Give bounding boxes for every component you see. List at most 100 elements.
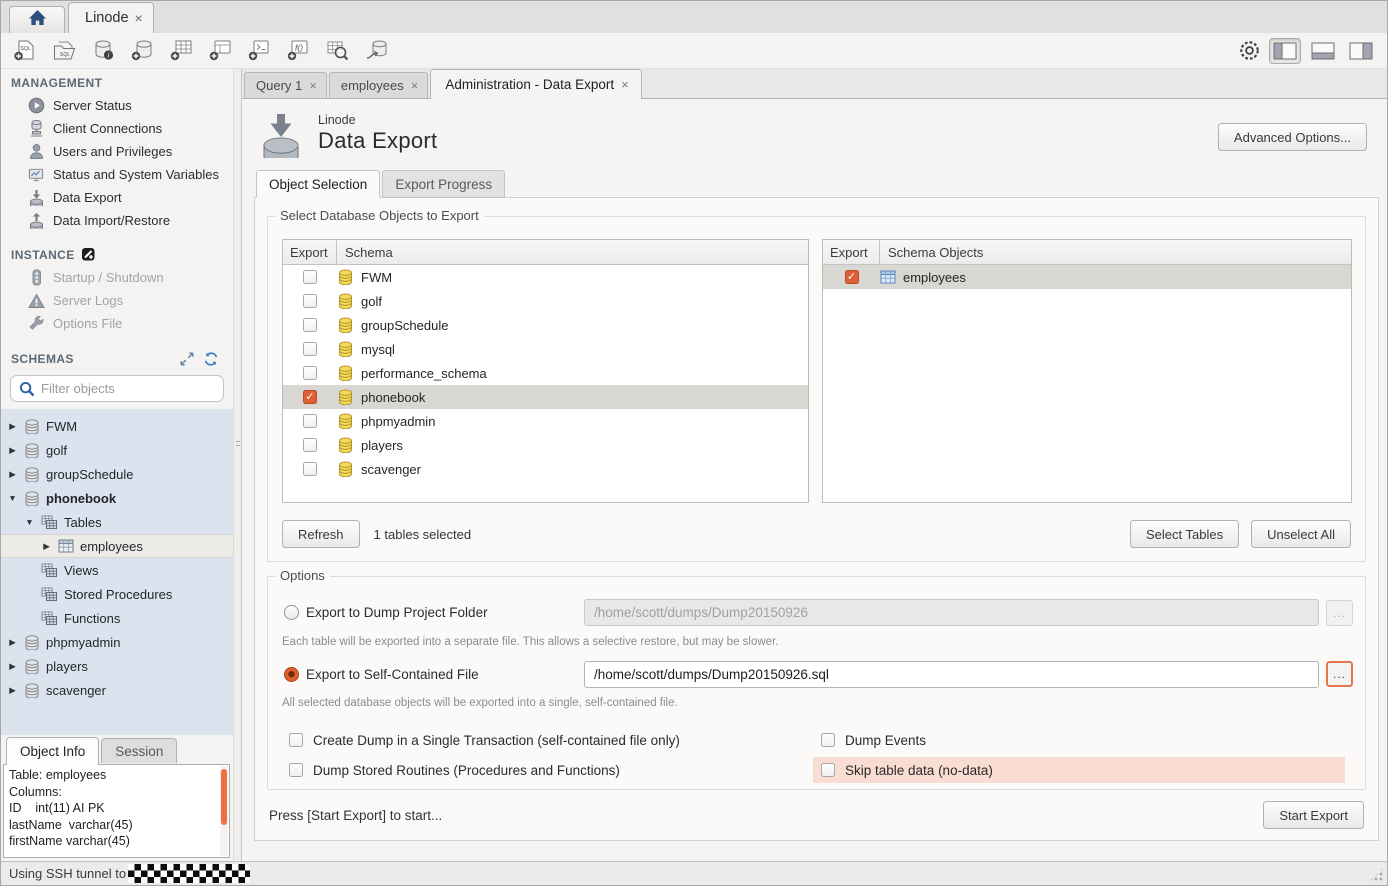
editor-tab-query-1[interactable]: Query 1× bbox=[244, 72, 327, 98]
open-sql-script-icon[interactable]: SQL bbox=[50, 38, 78, 64]
self-contained-path-input[interactable] bbox=[584, 661, 1319, 688]
subtab-object-selection[interactable]: Object Selection bbox=[256, 170, 380, 198]
tree-node-tables[interactable]: ▼Tables bbox=[1, 510, 233, 534]
create-function-icon[interactable]: f() bbox=[284, 38, 312, 64]
export-checkbox[interactable] bbox=[303, 294, 317, 308]
export-checkbox[interactable] bbox=[303, 270, 317, 284]
sidebar-splitter[interactable] bbox=[233, 69, 242, 861]
chevron-right-icon[interactable]: ▶ bbox=[7, 445, 18, 456]
info-scrollbar-thumb[interactable] bbox=[221, 769, 227, 825]
checkbox[interactable] bbox=[289, 733, 303, 747]
export-checkbox[interactable]: ✓ bbox=[303, 390, 317, 404]
editor-tab-administration-data-export[interactable]: Administration - Data Export× bbox=[430, 69, 641, 99]
reconnect-dbms-icon[interactable] bbox=[362, 38, 390, 64]
close-icon[interactable]: × bbox=[411, 78, 419, 93]
tree-node-fwm[interactable]: ▶FWM bbox=[1, 414, 233, 438]
refresh-icon[interactable] bbox=[203, 352, 219, 366]
option-checkbox-create-dump-in-a-single-transaction-self[interactable]: Create Dump in a Single Transaction (sel… bbox=[289, 727, 680, 753]
checkbox[interactable] bbox=[821, 733, 835, 747]
export-checkbox[interactable] bbox=[303, 318, 317, 332]
create-procedure-icon[interactable] bbox=[245, 38, 273, 64]
table-row-performance-schema[interactable]: performance_schema bbox=[283, 361, 808, 385]
table-row-golf[interactable]: golf bbox=[283, 289, 808, 313]
editor-tab-employees[interactable]: employees× bbox=[329, 72, 428, 98]
search-table-data-icon[interactable] bbox=[323, 38, 351, 64]
export-checkbox[interactable] bbox=[303, 462, 317, 476]
chevron-right-icon[interactable]: ▶ bbox=[7, 685, 18, 696]
checkbox[interactable] bbox=[289, 763, 303, 777]
dump-folder-browse-button[interactable]: ... bbox=[1326, 600, 1353, 626]
new-sql-tab-icon[interactable]: SQL bbox=[11, 38, 39, 64]
table-row-fwm[interactable]: FWM bbox=[283, 265, 808, 289]
info-scrollbar[interactable] bbox=[220, 766, 228, 856]
filter-objects-input[interactable] bbox=[41, 381, 217, 396]
table-row-employees[interactable]: ✓employees bbox=[823, 265, 1351, 289]
chevron-down-icon[interactable]: ▼ bbox=[24, 517, 35, 527]
tree-node-phonebook[interactable]: ▼phonebook bbox=[1, 486, 233, 510]
chevron-right-icon[interactable]: ▶ bbox=[7, 637, 18, 648]
option-checkbox-skip-table-data-no-data-[interactable]: Skip table data (no-data) bbox=[813, 757, 1345, 783]
create-view-icon[interactable] bbox=[206, 38, 234, 64]
create-schema-icon[interactable] bbox=[128, 38, 156, 64]
tree-node-employees[interactable]: ▶employees bbox=[1, 534, 233, 558]
home-tab[interactable] bbox=[9, 6, 65, 33]
expand-icon[interactable] bbox=[180, 352, 194, 366]
option-checkbox-dump-stored-routines-procedures-and-func[interactable]: Dump Stored Routines (Procedures and Fun… bbox=[289, 757, 620, 783]
dump-folder-option[interactable]: Export to Dump Project Folder bbox=[284, 599, 488, 626]
export-checkbox[interactable] bbox=[303, 438, 317, 452]
toggle-bottom-panel-button[interactable] bbox=[1307, 38, 1339, 64]
dump-folder-path-input[interactable] bbox=[584, 599, 1319, 626]
subtab-export-progress[interactable]: Export Progress bbox=[382, 170, 505, 198]
export-checkbox[interactable]: ✓ bbox=[845, 270, 859, 284]
table-row-scavenger[interactable]: scavenger bbox=[283, 457, 808, 481]
option-checkbox-dump-events[interactable]: Dump Events bbox=[821, 727, 926, 753]
tree-node-phpmyadmin[interactable]: ▶phpmyadmin bbox=[1, 630, 233, 654]
self-contained-radio[interactable] bbox=[284, 667, 299, 682]
self-contained-browse-button[interactable]: ... bbox=[1326, 661, 1353, 687]
tree-node-stored-procedures[interactable]: Stored Procedures bbox=[1, 582, 233, 606]
tree-node-golf[interactable]: ▶golf bbox=[1, 438, 233, 462]
chevron-right-icon[interactable]: ▶ bbox=[7, 421, 18, 432]
schema-filter[interactable] bbox=[10, 375, 224, 402]
table-row-phonebook[interactable]: ✓phonebook bbox=[283, 385, 808, 409]
close-icon[interactable]: × bbox=[309, 78, 317, 93]
table-row-groupschedule[interactable]: groupSchedule bbox=[283, 313, 808, 337]
toggle-right-panel-button[interactable] bbox=[1345, 38, 1377, 64]
close-icon[interactable]: × bbox=[135, 10, 143, 26]
sidebar-item-server-status[interactable]: Server Status bbox=[1, 94, 233, 117]
sidebar-item-client-connections[interactable]: Client Connections bbox=[1, 117, 233, 140]
tab-session[interactable]: Session bbox=[101, 738, 177, 763]
export-checkbox[interactable] bbox=[303, 342, 317, 356]
tree-node-players[interactable]: ▶players bbox=[1, 654, 233, 678]
refresh-button[interactable]: Refresh bbox=[282, 520, 360, 548]
chevron-right-icon[interactable]: ▶ bbox=[41, 541, 52, 552]
tree-node-groupschedule[interactable]: ▶groupSchedule bbox=[1, 462, 233, 486]
sidebar-item-data-import-restore[interactable]: Data Import/Restore bbox=[1, 209, 233, 232]
tree-node-views[interactable]: Views bbox=[1, 558, 233, 582]
sidebar-item-users-and-privileges[interactable]: Users and Privileges bbox=[1, 140, 233, 163]
advanced-options-button[interactable]: Advanced Options... bbox=[1218, 123, 1367, 151]
chevron-down-icon[interactable]: ▼ bbox=[7, 493, 18, 503]
chevron-right-icon[interactable]: ▶ bbox=[7, 661, 18, 672]
table-row-mysql[interactable]: mysql bbox=[283, 337, 808, 361]
select-tables-button[interactable]: Select Tables bbox=[1130, 520, 1239, 548]
checkbox[interactable] bbox=[821, 763, 835, 777]
dump-folder-radio[interactable] bbox=[284, 605, 299, 620]
tree-node-functions[interactable]: Functions bbox=[1, 606, 233, 630]
self-contained-option[interactable]: Export to Self-Contained File bbox=[284, 661, 479, 688]
schema-inspector-icon[interactable]: i bbox=[89, 38, 117, 64]
create-table-icon[interactable] bbox=[167, 38, 195, 64]
start-export-button[interactable]: Start Export bbox=[1263, 801, 1364, 829]
export-checkbox[interactable] bbox=[303, 414, 317, 428]
update-badge-icon[interactable] bbox=[1236, 38, 1262, 64]
tree-node-scavenger[interactable]: ▶scavenger bbox=[1, 678, 233, 702]
unselect-all-button[interactable]: Unselect All bbox=[1251, 520, 1351, 548]
chevron-right-icon[interactable]: ▶ bbox=[7, 469, 18, 480]
table-row-players[interactable]: players bbox=[283, 433, 808, 457]
connection-tab-linode[interactable]: Linode × bbox=[68, 2, 154, 33]
sidebar-item-status-and-system-variables[interactable]: Status and System Variables bbox=[1, 163, 233, 186]
tab-object-info[interactable]: Object Info bbox=[6, 737, 99, 765]
close-icon[interactable]: × bbox=[621, 77, 629, 92]
table-row-phpmyadmin[interactable]: phpmyadmin bbox=[283, 409, 808, 433]
export-checkbox[interactable] bbox=[303, 366, 317, 380]
